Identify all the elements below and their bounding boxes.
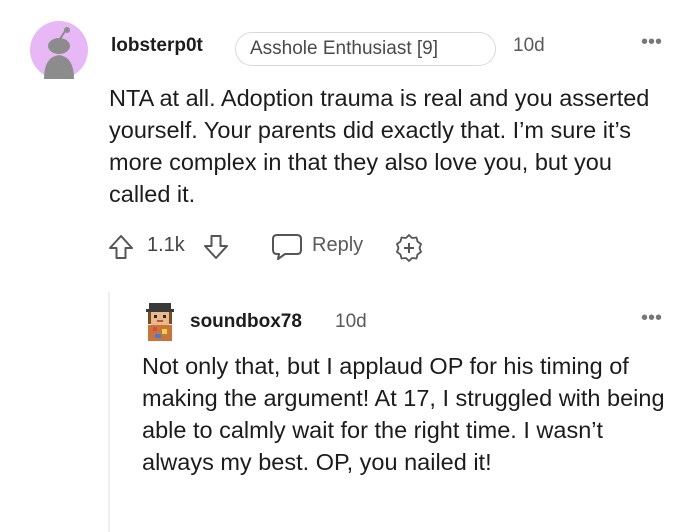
thread-line[interactable] [108,292,110,532]
snoo-avatar-icon [30,21,88,79]
reply-body: Not only that, but I applaud OP for his … [142,353,665,475]
more-options-icon[interactable]: ••• [641,32,662,52]
comment-timestamp: 10d [513,35,545,56]
avatar[interactable] [142,301,178,341]
downvote-button[interactable] [202,233,230,261]
reply-label[interactable]: Reply [312,234,363,257]
speech-bubble-icon [272,234,302,260]
pixel-character-avatar-icon [142,301,178,341]
award-button[interactable] [394,233,424,263]
comment-username[interactable]: lobsterp0t [111,35,203,57]
upvote-arrow-icon [109,235,133,259]
comment-body: NTA at all. Adoption trauma is real and … [109,85,650,207]
reply-timestamp: 10d [335,311,367,332]
avatar[interactable] [30,21,88,79]
downvote-arrow-icon [204,235,228,259]
reply-username[interactable]: soundbox78 [190,311,302,333]
user-flair: Asshole Enthusiast [9] [235,32,496,66]
upvote-button[interactable] [107,233,135,261]
award-plus-icon [396,234,422,262]
more-options-icon[interactable]: ••• [641,308,662,328]
vote-count: 1.1k [147,234,185,256]
reply-button[interactable] [271,232,303,262]
